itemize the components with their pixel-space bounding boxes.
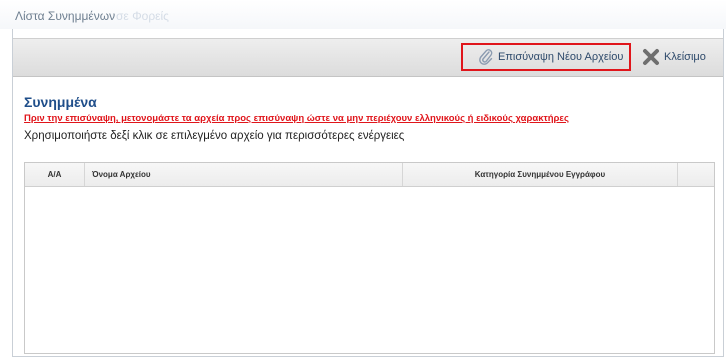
right-click-hint: Χρησιμοποιήστε δεξί κλικ σε επιλεγμένο α…: [24, 130, 405, 142]
column-header-extra: [678, 163, 714, 186]
attachments-dialog: Επισύναψη Νέου Αρχείου Κλείσιμο Συνημμέν…: [12, 29, 724, 357]
window-title: Λίστα Συνημμένων: [15, 9, 116, 23]
close-x-icon: [641, 47, 661, 67]
close-label: Κλείσιμο: [664, 51, 706, 63]
column-header-aa[interactable]: Α/Α: [25, 163, 85, 186]
paperclip-icon: [477, 48, 495, 66]
toolbar: Επισύναψη Νέου Αρχείου Κλείσιμο: [13, 38, 723, 77]
attach-new-file-label: Επισύναψη Νέου Αρχείου: [498, 51, 624, 63]
rename-warning: Πριν την επισύναψη, μετονομάστε τα αρχεί…: [24, 113, 569, 124]
table-body: [25, 187, 714, 353]
column-header-category[interactable]: Κατηγορία Συνημμένου Εγγράφου: [403, 163, 678, 186]
section-title: Συνημμένα: [24, 94, 97, 110]
attach-new-file-button[interactable]: Επισύναψη Νέου Αρχείου: [461, 43, 631, 71]
column-header-file-name[interactable]: Όνομα Αρχείου: [85, 163, 403, 186]
attachments-table[interactable]: Α/Α Όνομα Αρχείου Κατηγορία Συνημμένου Ε…: [24, 162, 715, 354]
table-header: Α/Α Όνομα Αρχείου Κατηγορία Συνημμένου Ε…: [25, 163, 714, 187]
close-button[interactable]: Κλείσιμο: [641, 43, 717, 71]
window-titlebar: Λίστα Συνημμένων σε Φορείς: [0, 0, 726, 29]
window-title-ghost: σε Φορείς: [116, 9, 169, 23]
